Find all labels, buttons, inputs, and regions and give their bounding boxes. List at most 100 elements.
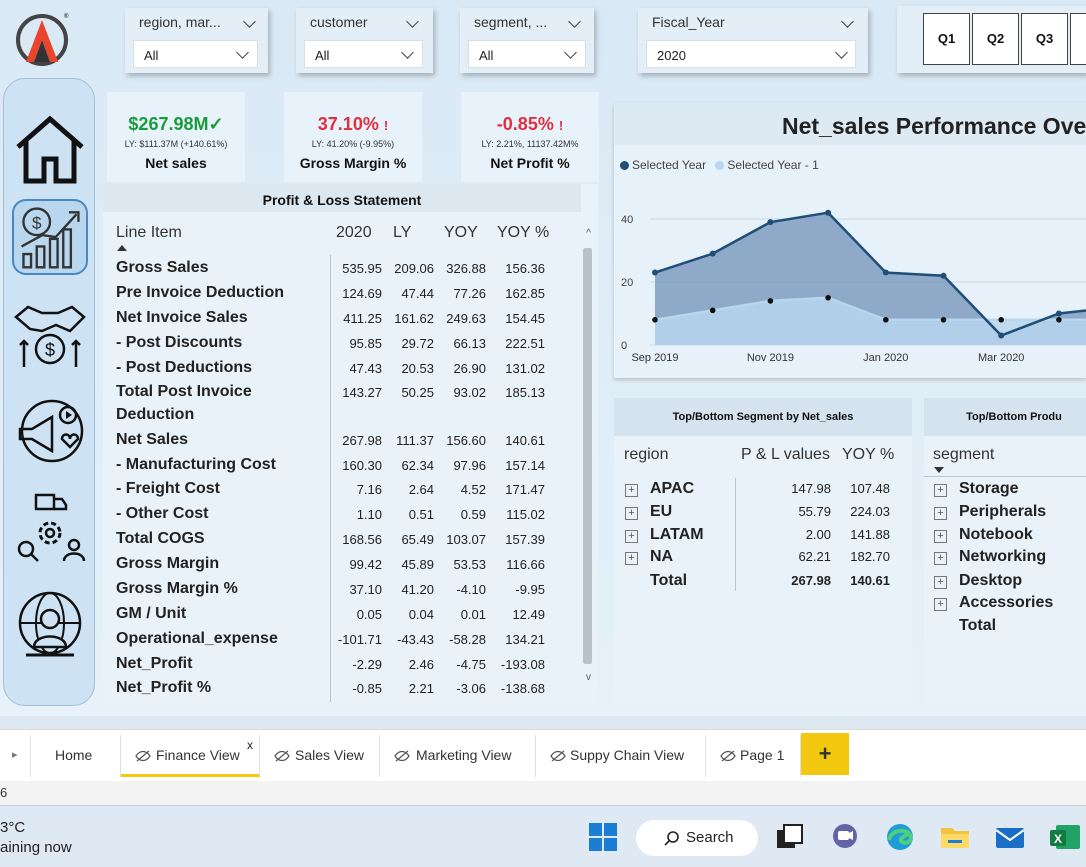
region-dropdown-value: All [144, 48, 159, 63]
expand-icon[interactable]: + [934, 576, 947, 589]
customer-slicer[interactable]: customer All [296, 8, 433, 73]
finance-growth-icon[interactable]: $ [12, 199, 88, 275]
previous-year-point [652, 317, 658, 323]
legend-selected-year[interactable]: Selected Year [632, 158, 706, 172]
taskbar-search[interactable]: Search [636, 820, 758, 856]
windows-start-icon[interactable] [586, 820, 620, 854]
file-explorer-icon[interactable] [938, 820, 972, 854]
region-row-name[interactable]: EU [650, 503, 672, 521]
legend-selected-year-swatch [620, 161, 629, 170]
selected-year-point [709, 250, 716, 257]
edge-browser-icon[interactable] [883, 820, 917, 854]
weather-widget[interactable]: 3°C aining now [0, 818, 72, 858]
quarter-q4-button[interactable] [1070, 13, 1086, 65]
excel-icon[interactable]: X [1048, 820, 1082, 854]
expand-icon[interactable]: + [625, 484, 638, 497]
expand-icon[interactable]: + [625, 507, 638, 520]
kpi-net-profit: -0.85% ! LY: 2.21%, 11137.42M% Net Profi… [461, 92, 599, 182]
pl-cell: -138.68 [500, 681, 545, 696]
sales-handshake-icon[interactable]: $ [12, 297, 88, 373]
fiscal-year-dropdown[interactable]: 2020 [646, 40, 856, 68]
mail-icon[interactable] [993, 820, 1027, 854]
pl-cell: 267.98 [342, 433, 382, 448]
expand-icon[interactable]: + [934, 598, 947, 611]
segment-row-name[interactable]: Accessories [959, 594, 1053, 612]
global-executive-icon[interactable] [12, 587, 88, 663]
quarter-q1-button[interactable]: Q1 [923, 13, 970, 65]
expand-icon[interactable]: + [934, 484, 947, 497]
tab-finance-view[interactable]: Finance View x [121, 735, 260, 777]
pl-cell: 26.90 [453, 361, 486, 376]
pl-values-header[interactable]: P & L values [741, 446, 830, 464]
pl-cell: 1.10 [356, 507, 382, 522]
scroll-down-arrow-icon[interactable]: v [586, 672, 591, 683]
segment-row-name[interactable]: Notebook [959, 526, 1033, 544]
pl-header-2020[interactable]: 2020 [336, 224, 372, 256]
x-tick-label: Sep 2019 [631, 352, 678, 364]
region-slicer-label: region, mar... [139, 14, 221, 30]
region-slicer[interactable]: region, mar... All [125, 8, 268, 73]
legend-previous-year[interactable]: Selected Year - 1 [727, 158, 818, 172]
region-header[interactable]: region [624, 446, 668, 464]
x-tick-label: Mar 2020 [978, 352, 1024, 364]
add-page-button[interactable]: + [801, 733, 849, 775]
home-icon[interactable] [12, 109, 88, 185]
pl-cell: 156.36 [505, 261, 545, 276]
quarter-q3-button[interactable]: Q3 [1021, 13, 1068, 65]
region-row-name[interactable]: LATAM [650, 526, 704, 544]
pl-header-ly[interactable]: LY [393, 224, 411, 256]
previous-year-point [998, 317, 1004, 323]
kpi-gross-margin-value: 37.10% ! [317, 114, 389, 134]
region-row-name[interactable]: APAC [650, 480, 694, 498]
chevron-down-icon [835, 46, 848, 59]
pl-cell: 0.01 [460, 607, 486, 622]
pl-cell: 326.88 [446, 261, 486, 276]
tab-page-1[interactable]: Page 1 [706, 735, 801, 777]
pl-cell: 12.49 [512, 607, 545, 622]
segment-dropdown[interactable]: All [468, 40, 586, 68]
yoy-pct-header[interactable]: YOY % [842, 446, 894, 464]
segment-row-name[interactable]: Networking [959, 548, 1046, 566]
pl-cell: 111.37 [396, 433, 434, 448]
alert-icon: ! [558, 118, 564, 133]
pl-row-label: - Manufacturing Cost [116, 456, 276, 473]
segment-slicer[interactable]: segment, ... All [460, 8, 594, 73]
scroll-up-arrow-icon[interactable]: ^ [586, 228, 591, 239]
pl-cell: 0.04 [408, 607, 434, 622]
region-row-name[interactable]: NA [650, 548, 673, 566]
pl-row-label: - Other Cost [116, 505, 209, 522]
expand-icon[interactable]: + [625, 530, 638, 543]
segment-row-name[interactable]: Storage [959, 480, 1019, 498]
expand-icon[interactable]: + [625, 552, 638, 565]
task-view-icon[interactable] [773, 820, 807, 854]
expand-icon[interactable]: + [934, 507, 947, 520]
fiscal-year-slicer-label: Fiscal_Year [652, 14, 725, 30]
fiscal-year-slicer[interactable]: Fiscal_Year 2020 [638, 8, 868, 73]
marketing-megaphone-icon[interactable] [12, 393, 88, 469]
pl-scrollbar[interactable] [583, 248, 592, 664]
tab-scroll-left-icon[interactable]: ▸ [12, 748, 18, 761]
pl-header-line-item[interactable]: Line Item [116, 224, 182, 256]
expand-icon[interactable]: + [934, 552, 947, 565]
pl-header-yoy[interactable]: YOY [444, 224, 478, 256]
kpi-net-profit-value: -0.85% ! [496, 114, 564, 134]
pl-header-yoy-pct[interactable]: YOY % [497, 224, 549, 256]
expand-icon[interactable]: + [934, 530, 947, 543]
supply-chain-icon[interactable] [12, 489, 88, 565]
region-dropdown[interactable]: All [133, 40, 258, 68]
segment-header[interactable]: segment [933, 446, 994, 464]
pl-cell: 2.46 [408, 657, 434, 672]
close-tab-icon[interactable]: x [247, 738, 253, 752]
tab-supply-chain-view[interactable]: Suppy Chain View [536, 735, 706, 777]
tab-sales-view[interactable]: Sales View [260, 735, 380, 777]
teams-chat-icon[interactable] [828, 820, 862, 854]
tab-marketing-view[interactable]: Marketing View [380, 735, 536, 777]
tab-home[interactable]: Home [30, 735, 121, 777]
weather-condition: aining now [0, 839, 72, 856]
quarter-q2-button[interactable]: Q2 [972, 13, 1019, 65]
hidden-eye-icon [550, 750, 566, 762]
customer-dropdown[interactable]: All [304, 40, 423, 68]
pl-cell: 140.61 [505, 433, 545, 448]
segment-row-name[interactable]: Desktop [959, 572, 1022, 590]
segment-row-name[interactable]: Peripherals [959, 503, 1046, 521]
